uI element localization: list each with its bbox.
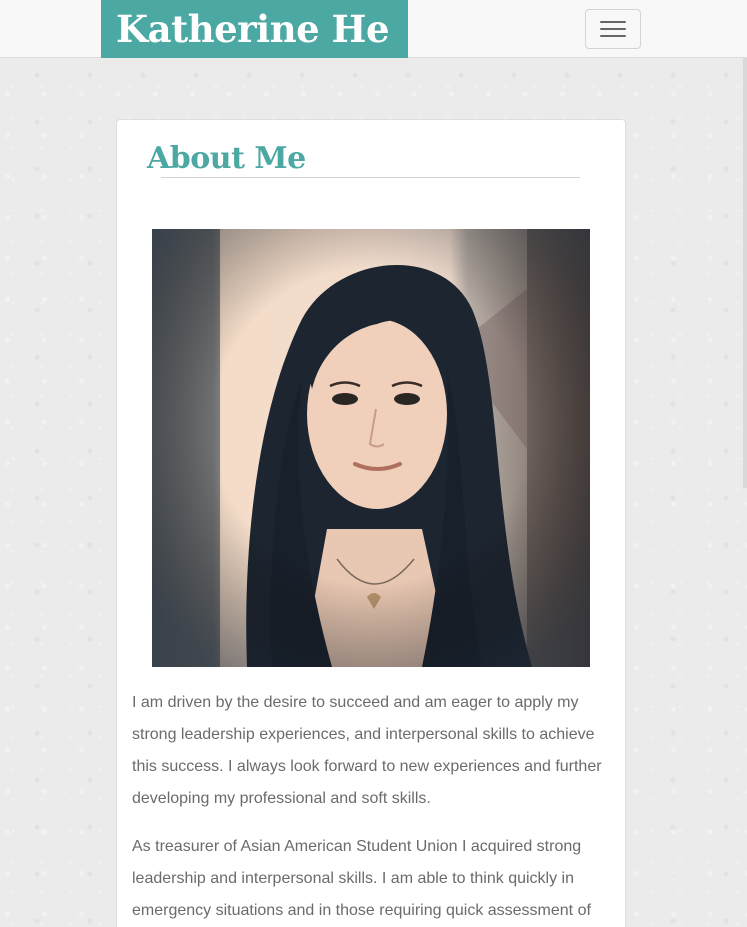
about-card: About Me I am driven by the desire to su… — [116, 119, 626, 927]
portrait-illustration — [152, 229, 590, 667]
navbar: Katherine He — [0, 0, 747, 58]
scrollbar[interactable] — [743, 58, 747, 488]
about-paragraph-1: I am driven by the desire to succeed and… — [132, 694, 602, 807]
brand-logo[interactable]: Katherine He — [101, 0, 408, 58]
title-divider — [161, 177, 580, 178]
profile-photo — [152, 229, 590, 667]
hamburger-menu-button[interactable] — [585, 9, 641, 49]
about-paragraph-2: As treasurer of Asian American Student U… — [132, 838, 591, 919]
section-title: About Me — [147, 141, 306, 176]
